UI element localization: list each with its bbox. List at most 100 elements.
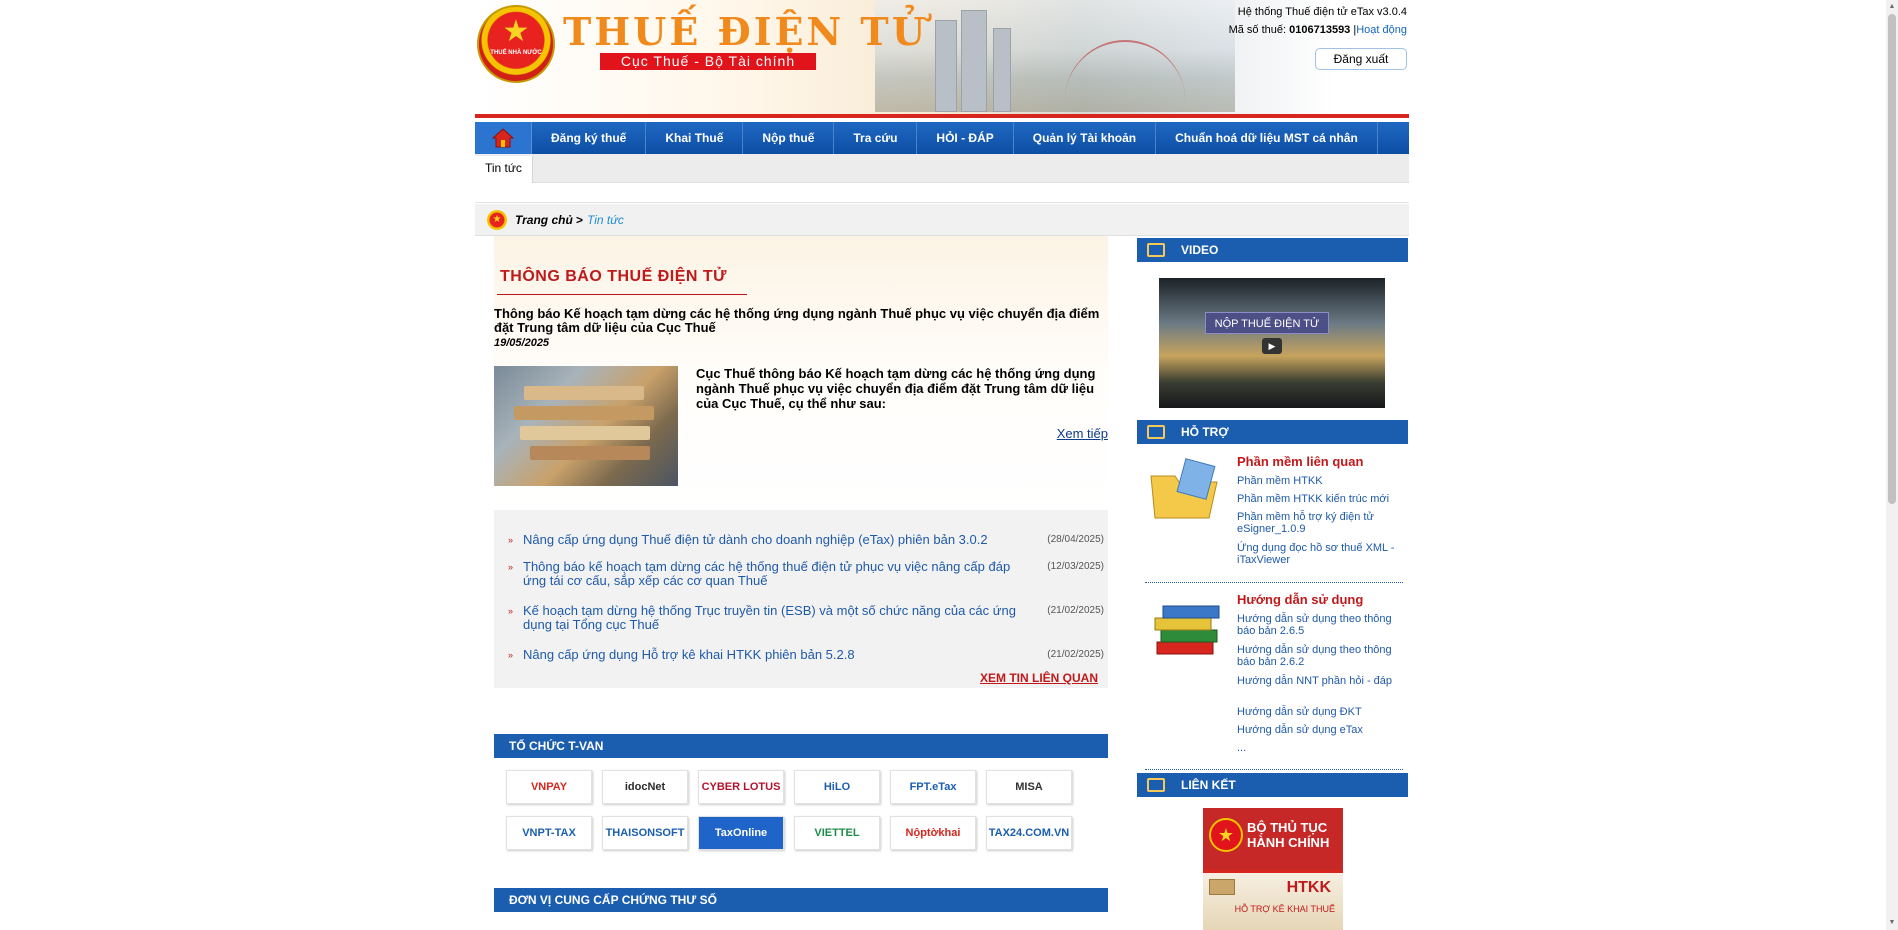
- admin-procedures-banner[interactable]: ★ BỘ THỦ TỤC HÀNH CHÍNH HTKK HỖ TRỢ KÊ K…: [1203, 808, 1343, 930]
- tvan-logo[interactable]: VNPT-TAX: [506, 816, 592, 850]
- link-icon: [1147, 778, 1165, 792]
- nav-item-faq[interactable]: HỎI - ĐÁP: [917, 122, 1014, 154]
- folder-icon: [1147, 425, 1165, 439]
- tvan-logo[interactable]: HiLO: [794, 770, 880, 804]
- breadcrumb: ★ Trang chủ > Tin tức: [475, 204, 1409, 236]
- notice-section: THÔNG BÁO THUẾ ĐIỆN TỬ Thông báo Kế hoạc…: [494, 236, 1108, 694]
- main-nav: Đăng ký thuế Khai Thuế Nộp thuế Tra cứu …: [475, 122, 1409, 154]
- site-header: ★ THUẾ NHÀ NƯỚC THUẾ ĐIỆN TỬ Cục Thuế - …: [475, 0, 1409, 118]
- divider: [1145, 769, 1403, 770]
- system-version: Hệ thống Thuế điện tử eTax v3.0.4: [1237, 6, 1407, 18]
- tvan-logo[interactable]: VIETTEL: [794, 816, 880, 850]
- title-underline: [497, 294, 747, 295]
- tvan-logo[interactable]: FPT.eTax: [890, 770, 976, 804]
- article-headline[interactable]: Thông báo Kế hoạch tạm dừng các hệ thống…: [494, 307, 1108, 335]
- htkk-banner: HTKK HỖ TRỢ KÊ KHAI THUẾ: [1203, 870, 1343, 930]
- emblem-icon: ★: [1209, 818, 1243, 852]
- video-player[interactable]: NỘP THUẾ ĐIỆN TỬ ▶: [1159, 278, 1385, 408]
- news-title[interactable]: Nâng cấp ứng dụng Hỗ trợ kê khai HTKK ph…: [523, 648, 1023, 662]
- news-title[interactable]: Nâng cấp ứng dụng Thuế điện tử dành cho …: [523, 533, 1023, 547]
- news-date: (21/02/2025): [1047, 649, 1104, 660]
- software-link[interactable]: Phần mềm HTKK kiến trúc mới: [1237, 493, 1401, 505]
- read-more-link[interactable]: Xem tiếp: [1057, 426, 1108, 441]
- nav-item-standardize-data[interactable]: Chuẩn hoá dữ liệu MST cá nhân: [1156, 122, 1378, 154]
- play-icon[interactable]: ▶: [1262, 338, 1282, 354]
- scrollbar-thumb[interactable]: [1888, 14, 1896, 504]
- support-section-header: HỖ TRỢ: [1137, 420, 1408, 444]
- tvan-logo[interactable]: MISA: [986, 770, 1072, 804]
- bullet-icon: »: [508, 606, 514, 616]
- tvan-section-title: TỔ CHỨC T-VAN: [494, 734, 1108, 758]
- header-divider: [475, 114, 1409, 118]
- software-section-title: Phần mềm liên quan: [1237, 454, 1364, 469]
- scroll-down-icon[interactable]: ▼: [1888, 918, 1896, 928]
- nav-item-register[interactable]: Đăng ký thuế: [532, 122, 647, 154]
- breadcrumb-current[interactable]: Tin tức: [587, 213, 624, 227]
- tax-id-label: Mã số thuế:: [1228, 24, 1287, 36]
- support-section-title: HỖ TRỢ: [1181, 425, 1229, 439]
- software-link[interactable]: Phần mềm HTKK: [1237, 475, 1401, 487]
- bullet-icon: »: [508, 650, 514, 660]
- guide-section-title: Hướng dẫn sử dụng: [1237, 592, 1364, 607]
- article-thumbnail[interactable]: [494, 366, 678, 486]
- tvan-logo[interactable]: TaxOnline: [698, 816, 784, 850]
- emblem-logo: ★ THUẾ NHÀ NƯỚC: [477, 5, 555, 83]
- notice-section-title: THÔNG BÁO THUẾ ĐIỆN TỬ: [500, 268, 727, 285]
- admin-procedures-label: BỘ THỦ TỤC HÀNH CHÍNH: [1247, 820, 1330, 850]
- home-icon: [492, 128, 514, 148]
- tvan-logo[interactable]: VNPAY: [506, 770, 592, 804]
- article-summary: Cục Thuế thông báo Kế hoạch tạm dừng các…: [696, 366, 1096, 411]
- scroll-up-icon[interactable]: ▲: [1888, 2, 1896, 12]
- video-caption: NỘP THUẾ ĐIỆN TỬ: [1205, 312, 1329, 334]
- bullet-icon: »: [508, 562, 514, 572]
- building-graphic: [961, 10, 987, 112]
- news-title[interactable]: Thông báo kế hoạch tạm dừng các hệ thống…: [523, 560, 1023, 588]
- guide-link[interactable]: Hướng dẫn sử dụng ĐKT: [1237, 706, 1401, 718]
- htkk-title: HTKK: [1286, 879, 1331, 896]
- software-link[interactable]: Ứng dụng đọc hồ sơ thuế XML - iTaxViewer: [1237, 542, 1401, 566]
- page-scrollbar[interactable]: ▲ ▼: [1886, 0, 1898, 930]
- tvan-logo[interactable]: TAX24.COM.VN: [986, 816, 1072, 850]
- nav-item-declare[interactable]: Khai Thuế: [646, 122, 744, 154]
- page-container: ★ THUẾ NHÀ NƯỚC THUẾ ĐIỆN TỬ Cục Thuế - …: [475, 0, 1409, 930]
- folder-icon: [1150, 458, 1218, 519]
- software-link[interactable]: Phần mềm hỗ trợ ký điện tử eSigner_1.0.9: [1237, 511, 1401, 535]
- guide-link[interactable]: Hướng dẫn sử dụng theo thông báo bản 2.6…: [1237, 644, 1401, 668]
- nav-item-account[interactable]: Quản lý Tài khoản: [1014, 122, 1157, 154]
- spacer-bar: [475, 184, 1409, 203]
- nav-item-lookup[interactable]: Tra cứu: [834, 122, 918, 154]
- tab-news[interactable]: Tin tức: [475, 156, 533, 183]
- breadcrumb-home-link[interactable]: Trang chủ: [515, 213, 573, 227]
- guide-link[interactable]: Hướng dẫn sử dụng eTax: [1237, 724, 1401, 736]
- htkk-subtitle: HỖ TRỢ KÊ KHAI THUẾ: [1234, 904, 1335, 914]
- building-graphic: [993, 28, 1011, 112]
- emblem-label: THUẾ NHÀ NƯỚC: [490, 50, 542, 56]
- cert-section-title: ĐƠN VỊ CUNG CẤP CHỨNG THƯ SỐ: [494, 888, 1108, 912]
- nav-item-payment[interactable]: Nộp thuế: [743, 122, 835, 154]
- news-list: » Nâng cấp ứng dụng Thuế điện tử dành ch…: [494, 510, 1108, 688]
- news-date: (12/03/2025): [1047, 561, 1104, 572]
- guide-more-link[interactable]: ...: [1237, 742, 1401, 754]
- star-icon: ★: [502, 15, 530, 48]
- books-icon: [1154, 605, 1220, 655]
- card-icon: [1209, 879, 1235, 895]
- links-section-title: LIÊN KẾT: [1181, 778, 1236, 792]
- tvan-logo[interactable]: THAISONSOFT: [602, 816, 688, 850]
- tvan-logo[interactable]: Nộptờkhai: [890, 816, 976, 850]
- links-section-header: LIÊN KẾT: [1137, 773, 1408, 797]
- account-status-link[interactable]: Hoạt động: [1356, 24, 1407, 36]
- sub-nav: Tin tức: [475, 154, 1409, 183]
- brand-subtitle: Cục Thuế - Bộ Tài chính: [600, 53, 816, 70]
- brand-title: THUẾ ĐIỆN TỬ: [563, 9, 928, 54]
- related-news-link[interactable]: XEM TIN LIÊN QUAN: [980, 671, 1098, 685]
- guide-link[interactable]: Hướng dẫn sử dụng theo thông báo bản 2.6…: [1237, 613, 1401, 637]
- breadcrumb-separator: >: [576, 213, 584, 227]
- news-title[interactable]: Kế hoạch tạm dừng hệ thống Trục truyền t…: [523, 604, 1023, 632]
- nav-home-button[interactable]: [475, 122, 532, 154]
- guide-link[interactable]: Hướng dẫn NNT phần hỏi - đáp: [1237, 675, 1401, 687]
- film-icon: [1147, 243, 1165, 257]
- tvan-logo[interactable]: idocNet: [602, 770, 688, 804]
- logout-button[interactable]: Đăng xuất: [1315, 48, 1407, 70]
- tvan-logo[interactable]: CYBER LOTUS: [698, 770, 784, 804]
- tax-id-line: Mã số thuế: 0106713593 |Hoạt động: [1228, 24, 1407, 36]
